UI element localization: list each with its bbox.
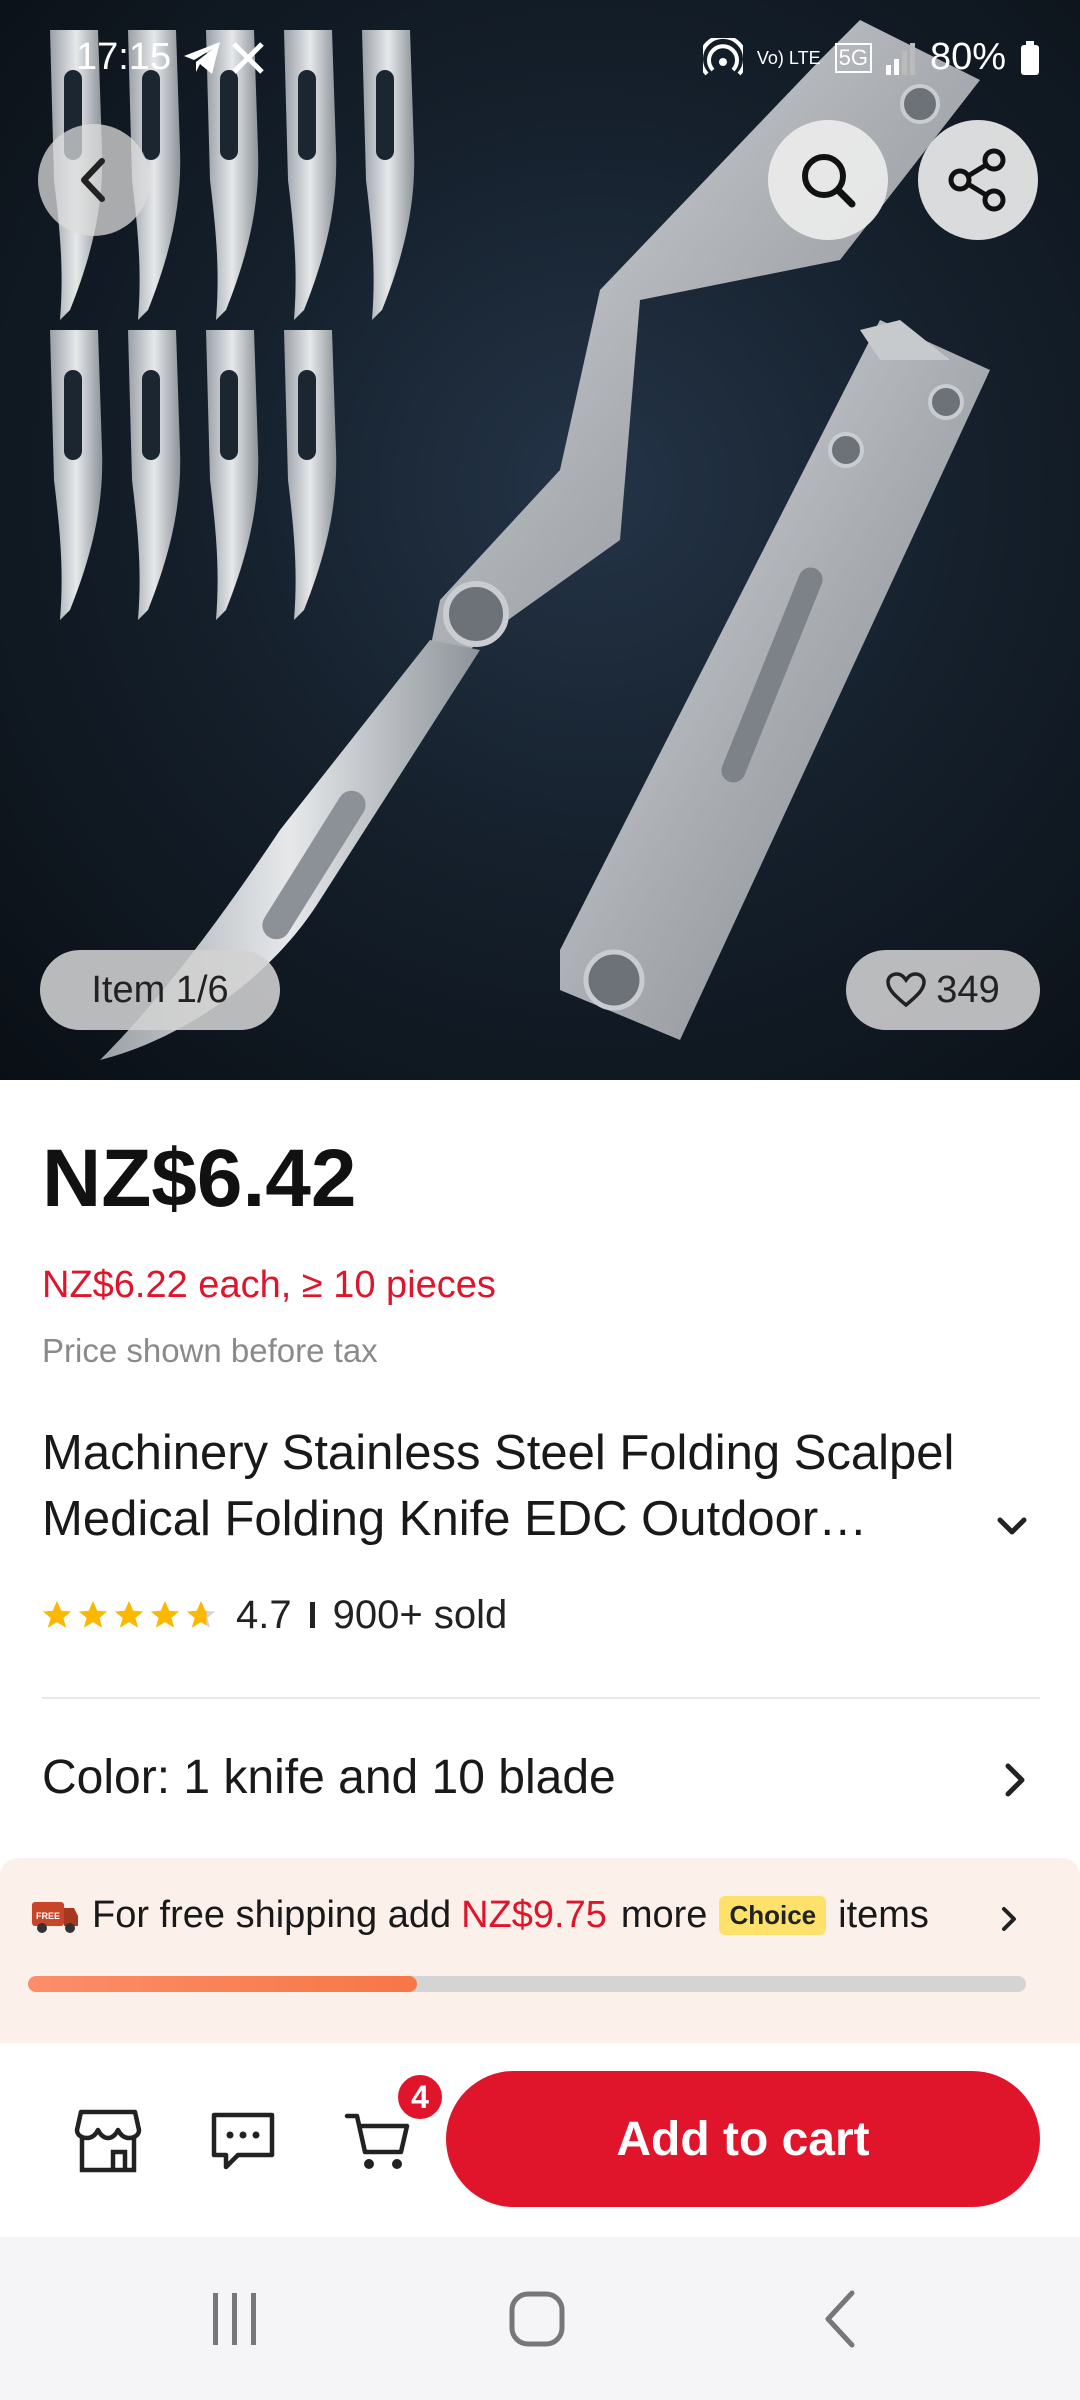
status-left-icons bbox=[182, 40, 266, 76]
hotspot-icon bbox=[702, 37, 743, 75]
bulk-price: NZ$6.22 each, ≥ 10 pieces bbox=[42, 1264, 496, 1306]
tax-note: Price shown before tax bbox=[42, 1332, 378, 1369]
system-navigation-bar bbox=[0, 2237, 1080, 2400]
x-icon bbox=[232, 42, 264, 74]
wishlist-button[interactable]: 349 bbox=[846, 950, 1040, 1030]
product-image-gallery[interactable]: 17:15 Vo) LTE 5G 80% Item 1/6 349 bbox=[0, 0, 1080, 1080]
signal-type: 5G bbox=[834, 42, 872, 73]
product-image bbox=[50, 20, 990, 1060]
shipping-suffix: items bbox=[838, 1894, 929, 1936]
free-shipping-truck-icon: FREE bbox=[32, 1901, 78, 1933]
bottom-action-bar: 4 Add to cart bbox=[0, 2043, 1080, 2237]
system-back-button[interactable] bbox=[810, 2287, 870, 2351]
sold-count: 900+ sold bbox=[332, 1592, 508, 1637]
home-button[interactable] bbox=[500, 2287, 574, 2351]
chat-icon bbox=[211, 2112, 275, 2170]
back-button[interactable] bbox=[38, 124, 150, 236]
chevron-down-icon[interactable] bbox=[994, 1512, 1030, 1542]
shipping-amount: NZ$9.75 bbox=[461, 1894, 607, 1936]
network-label: Vo) LTE bbox=[756, 47, 821, 68]
status-bar: 17:15 Vo) LTE 5G 80% bbox=[0, 30, 1080, 90]
star-icon bbox=[42, 1600, 72, 1628]
variant-selector[interactable]: Color: 1 knife and 10 blade bbox=[0, 1720, 1080, 1836]
recent-apps-button[interactable] bbox=[200, 2287, 270, 2351]
signal-icon bbox=[885, 42, 915, 75]
status-right-icons: Vo) LTE 5G 80% bbox=[702, 36, 1040, 79]
cart-count-badge: 4 bbox=[394, 2071, 446, 2123]
battery-percent: 80% bbox=[929, 36, 1006, 78]
share-icon bbox=[948, 148, 1006, 212]
telegram-icon bbox=[184, 42, 220, 74]
likes-count: 349 bbox=[936, 968, 1000, 1011]
store-button[interactable] bbox=[68, 2101, 148, 2181]
star-rating bbox=[40, 1598, 218, 1632]
battery-icon bbox=[1021, 40, 1039, 75]
shipping-progress-fill bbox=[28, 1976, 418, 1992]
choice-badge: Choice bbox=[719, 1896, 827, 1935]
product-price: NZ$6.42 bbox=[42, 1133, 357, 1224]
chevron-right-icon bbox=[1005, 1763, 1025, 1797]
home-icon bbox=[509, 2291, 565, 2347]
free-shipping-banner[interactable]: FREE For free shipping add NZ$9.75 more … bbox=[0, 1858, 1080, 2043]
star-half-icon bbox=[186, 1600, 216, 1628]
cart-icon bbox=[344, 2113, 410, 2169]
store-icon bbox=[74, 2109, 142, 2173]
gallery-counter: Item 1/6 bbox=[40, 950, 280, 1030]
free-badge-text: FREE bbox=[36, 1911, 60, 1921]
chevron-left-icon bbox=[81, 158, 105, 202]
product-title[interactable]: Machinery Stainless Steel Folding Scalpe… bbox=[42, 1420, 1012, 1552]
shipping-progress-bar bbox=[28, 1976, 1026, 1992]
recent-apps-icon bbox=[213, 2293, 256, 2345]
star-icon bbox=[114, 1600, 144, 1628]
rating-value: 4.7 bbox=[236, 1592, 292, 1637]
search-button[interactable] bbox=[768, 120, 888, 240]
star-icon bbox=[78, 1600, 108, 1628]
shipping-prefix: For free shipping add bbox=[92, 1894, 452, 1936]
heart-icon bbox=[886, 972, 927, 1008]
chevron-right-icon bbox=[1002, 1907, 1016, 1931]
rating-row[interactable]: 4.7 900+ sold bbox=[40, 1588, 507, 1642]
shipping-more: more bbox=[620, 1894, 708, 1936]
share-button[interactable] bbox=[918, 120, 1038, 240]
chat-button[interactable] bbox=[203, 2101, 283, 2181]
add-to-cart-button[interactable]: Add to cart bbox=[446, 2071, 1040, 2207]
star-icon bbox=[150, 1600, 180, 1628]
back-arrow-icon bbox=[825, 2290, 855, 2348]
status-time: 17:15 bbox=[76, 36, 172, 78]
section-divider bbox=[42, 1697, 1040, 1699]
rating-divider bbox=[309, 1602, 315, 1628]
free-shipping-text: FREE For free shipping add NZ$9.75 more … bbox=[30, 1894, 929, 1937]
search-icon bbox=[802, 154, 856, 208]
variant-label: Color: 1 knife and 10 blade bbox=[42, 1751, 616, 1804]
